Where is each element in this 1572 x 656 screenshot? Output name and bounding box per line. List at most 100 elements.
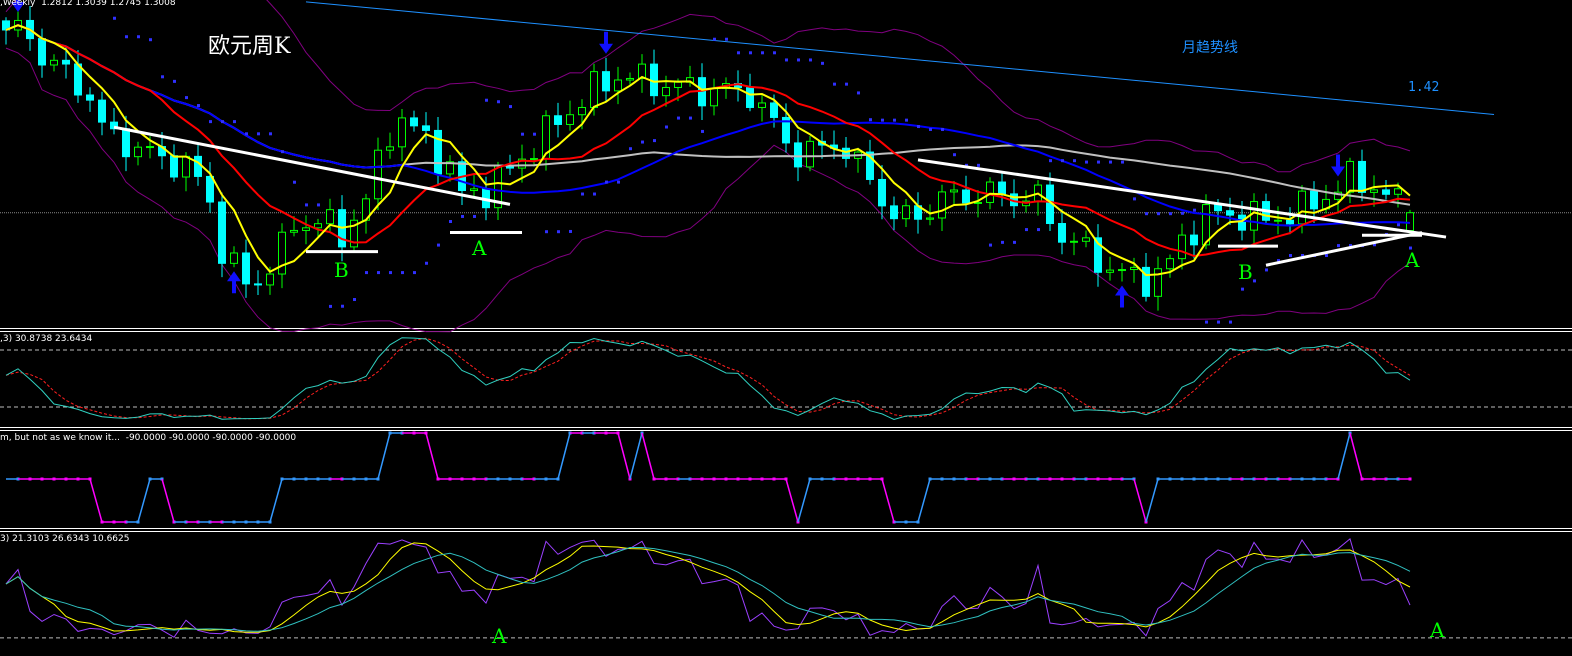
sar-dot <box>557 230 560 234</box>
price-chart[interactable] <box>0 0 1572 656</box>
candle-bearish <box>746 87 754 108</box>
sar-dot <box>833 82 836 86</box>
sar-dot <box>545 230 548 234</box>
sar-dot <box>1157 212 1160 216</box>
candle-bearish <box>1358 160 1366 193</box>
candle-bullish <box>1070 240 1078 243</box>
candle-bearish <box>602 71 610 92</box>
sar-dot <box>989 243 992 247</box>
candle-bullish <box>674 81 682 88</box>
oscillator-fast-line <box>5 538 1411 638</box>
candle-bearish <box>842 147 850 159</box>
sar-dot <box>773 51 776 55</box>
chart-title: 欧元周K <box>208 34 291 59</box>
candle-bearish <box>422 125 430 131</box>
bollinger-lower-band <box>5 47 1411 333</box>
annotation-a-2: A <box>1405 248 1420 272</box>
sar-dot <box>1205 320 1208 324</box>
candle-bullish <box>902 205 910 220</box>
candle-bearish <box>410 117 418 127</box>
candle-bullish <box>566 114 574 125</box>
sar-dot <box>881 118 884 122</box>
step-indicator-point <box>1408 477 1412 481</box>
candle-bullish <box>386 146 394 151</box>
sar-dot <box>1145 212 1148 216</box>
sar-dot <box>497 100 500 104</box>
sar-dot <box>1397 223 1400 227</box>
candle-bullish <box>1166 258 1174 270</box>
sar-dot <box>1073 159 1076 163</box>
annotation-a-1: A <box>472 236 487 260</box>
sar-dot <box>1265 268 1268 272</box>
candle-bearish <box>38 38 46 66</box>
candle-bullish <box>626 77 634 81</box>
sar-dot <box>353 298 356 302</box>
sar-dot <box>485 98 488 102</box>
step-indicator-segment <box>1145 478 1159 523</box>
candle-bearish <box>74 63 82 96</box>
sar-dot <box>653 139 656 143</box>
sar-dot <box>533 132 536 136</box>
sar-dot <box>389 271 392 275</box>
candle-bullish <box>710 88 718 107</box>
sar-dot <box>1217 320 1220 324</box>
step-indicator-segment <box>1133 478 1147 523</box>
candle-bullish <box>662 86 670 97</box>
sar-dot <box>1229 320 1232 324</box>
sar-dot <box>137 35 140 39</box>
sar-dot <box>173 79 176 83</box>
sar-dot <box>713 37 716 41</box>
candle-bearish <box>890 205 898 220</box>
step-indicator-segment <box>1337 432 1351 480</box>
sar-dot <box>737 51 740 55</box>
sar-dot <box>281 150 284 154</box>
sar-dot <box>1001 240 1004 244</box>
candle-bullish <box>1394 188 1402 195</box>
sar-dot <box>113 16 116 20</box>
sar-dot <box>161 75 164 79</box>
step-indicator-segment <box>425 432 439 480</box>
sar-dot <box>449 220 452 224</box>
sar-dot <box>785 58 788 62</box>
step-indicator-segment <box>797 478 811 523</box>
arrow-down-icon <box>1331 154 1345 177</box>
step-indicator-segment <box>881 478 895 523</box>
candle-bullish <box>182 155 190 178</box>
candle-bullish <box>578 106 586 116</box>
candle-bullish <box>938 191 946 219</box>
oscillator-annotation-a-2: A <box>1430 618 1445 642</box>
candle-bearish <box>1286 219 1294 225</box>
step-indicator-segment <box>269 478 283 523</box>
annotation-b-2: B <box>1238 260 1253 284</box>
candle-bullish <box>614 79 622 92</box>
sar-dot <box>1325 254 1328 258</box>
candle-bearish <box>98 99 106 123</box>
sar-dot <box>845 82 848 86</box>
trendline-value-label: 1.42 <box>1408 80 1440 95</box>
candle-bearish <box>1226 210 1234 216</box>
sar-dot <box>797 58 800 62</box>
step-indicator-segment <box>89 478 103 523</box>
sar-dot <box>1169 212 1172 216</box>
sar-dot <box>1097 160 1100 164</box>
candle-bullish <box>1154 268 1162 297</box>
sar-dot <box>893 118 896 122</box>
sar-dot <box>1037 228 1040 232</box>
candle-bullish <box>374 149 382 200</box>
sar-dot <box>1241 287 1244 291</box>
sar-dot <box>317 203 320 207</box>
sar-dot <box>461 214 464 218</box>
candle-bullish <box>50 59 58 66</box>
sar-dot <box>197 104 200 108</box>
sar-dot <box>125 35 128 39</box>
sar-dot <box>341 304 344 308</box>
candle-bullish <box>950 189 958 193</box>
sar-dot <box>917 125 920 129</box>
candle-bearish <box>1310 190 1318 210</box>
sar-dot <box>869 118 872 122</box>
candle-bearish <box>62 59 70 65</box>
candle-bearish <box>998 181 1006 195</box>
step-indicator-header: m, but not as we know it... -90.0000 -90… <box>0 433 297 443</box>
candle-bullish <box>230 252 238 264</box>
candle-bearish <box>194 155 202 177</box>
